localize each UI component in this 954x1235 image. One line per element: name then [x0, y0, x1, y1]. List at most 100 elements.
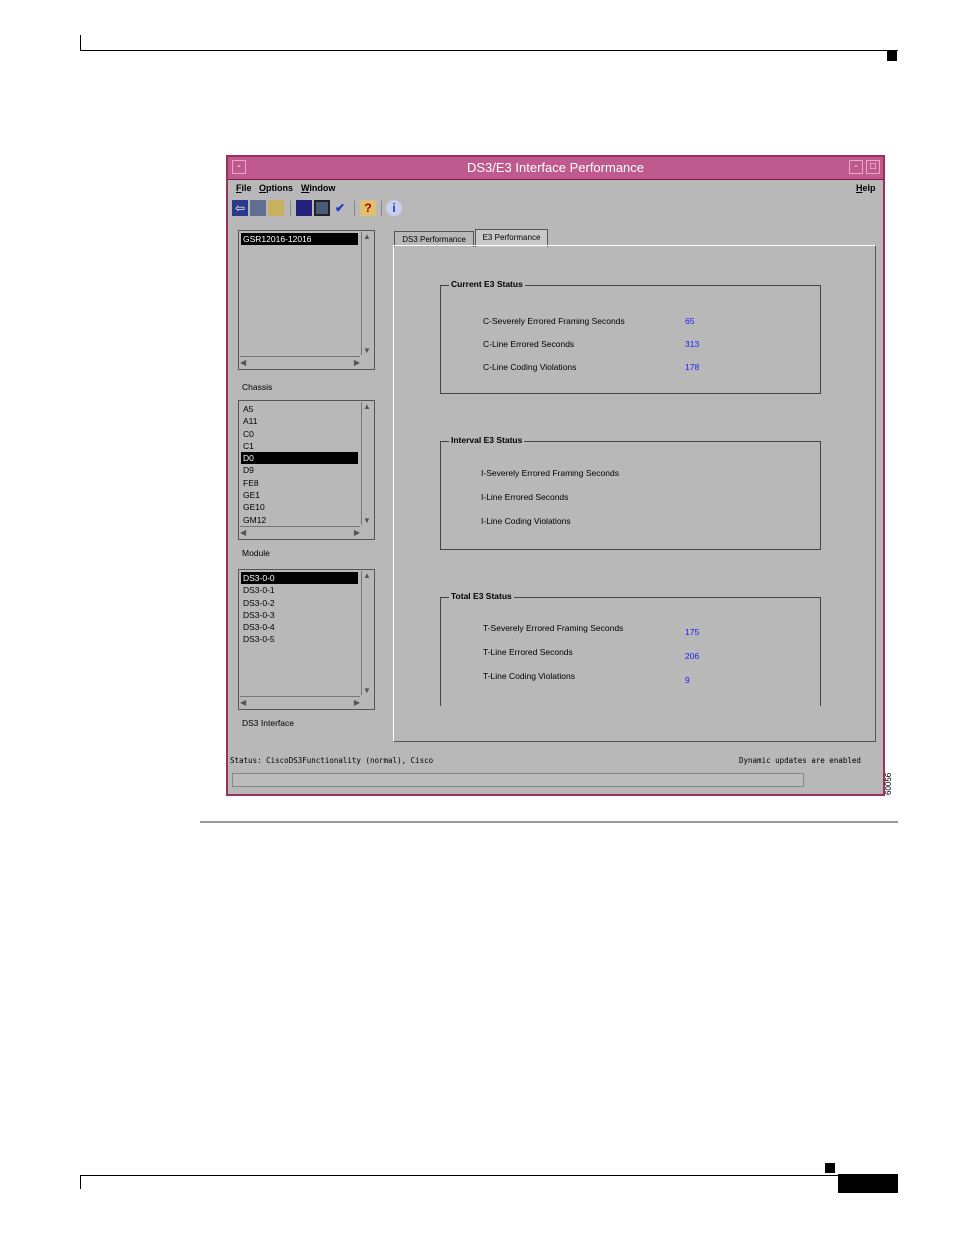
- c-sefs-value: 65: [685, 316, 695, 326]
- t-les-label: T-Line Errored Seconds: [483, 647, 573, 657]
- t-lcv-label: T-Line Coding Violations: [483, 671, 575, 681]
- scroll-right-icon[interactable]: ▶: [354, 698, 360, 707]
- ds3-interface-label: DS3 Interface: [242, 718, 294, 728]
- module-list-item[interactable]: C0: [241, 428, 358, 440]
- menu-bar: File Options Window Help: [228, 180, 883, 198]
- c-lcv-label: C-Line Coding Violations: [483, 362, 577, 372]
- page-header-left-tick: [80, 35, 81, 51]
- module-list-item[interactable]: GE10: [241, 501, 358, 513]
- chassis-label: Chassis: [242, 382, 273, 392]
- exit-icon[interactable]: ⇦: [232, 200, 248, 216]
- module-list-item[interactable]: FE8: [241, 477, 358, 489]
- ds3-interface-list-item[interactable]: DS3-0-5: [241, 633, 358, 645]
- module-list-item[interactable]: GM12: [241, 514, 358, 526]
- ds3-e3-performance-window: - DS3/E3 Interface Performance - □ File …: [226, 155, 885, 796]
- t-les-value: 206: [685, 651, 700, 661]
- current-e3-status-group: Current E3 Status C-Severely Errored Fra…: [440, 279, 821, 394]
- chassis-horizontal-scrollbar[interactable]: ◀ ▶: [240, 356, 360, 368]
- module-list[interactable]: A5 A11 C0 C1 D0 D9 FE8 GE1 GE10 GM12 ▲ ▼ ◀ ▶: [238, 400, 375, 540]
- scroll-up-icon[interactable]: ▲: [363, 571, 371, 580]
- menu-window[interactable]: Window: [301, 183, 335, 193]
- list-icon[interactable]: [296, 200, 312, 216]
- scroll-left-icon[interactable]: ◀: [240, 528, 246, 537]
- figure-bottom-rule: [200, 821, 898, 823]
- info-icon[interactable]: i: [386, 200, 402, 216]
- chassis-vertical-scrollbar[interactable]: ▲ ▼: [361, 232, 373, 355]
- ds3-horizontal-scrollbar[interactable]: ◀ ▶: [240, 696, 360, 708]
- status-text: Status: CiscoDS3Functionality (normal), …: [230, 756, 434, 765]
- monitor-icon[interactable]: [314, 200, 330, 216]
- window-title: DS3/E3 Interface Performance: [466, 160, 645, 175]
- chassis-list-item[interactable]: GSR12016-12016: [241, 233, 358, 246]
- toolbar-separator: [290, 201, 291, 216]
- menu-file[interactable]: File: [236, 183, 252, 193]
- page-footer-left-tick: [80, 1175, 81, 1189]
- t-sefs-label: T-Severely Errored Framing Seconds: [483, 623, 624, 633]
- module-list-items: A5 A11 C0 C1 D0 D9 FE8 GE1 GE10 GM12: [241, 403, 358, 526]
- ds3-interface-list-items: DS3-0-0 DS3-0-1 DS3-0-2 DS3-0-3 DS3-0-4 DS3-0…: [241, 572, 358, 646]
- total-e3-status-group: Total E3 Status T-Severely Errored Frami…: [440, 591, 821, 706]
- progress-bar: [232, 773, 804, 787]
- c-lcv-value: 178: [685, 362, 700, 372]
- status-bar: Status: CiscoDS3Functionality (normal), …: [230, 756, 881, 770]
- ds3-interface-list-item[interactable]: DS3-0-2: [241, 597, 358, 609]
- ds3-interface-list-item[interactable]: DS3-0-4: [241, 621, 358, 633]
- scroll-right-icon[interactable]: ▶: [354, 528, 360, 537]
- module-list-item[interactable]: GE1: [241, 489, 358, 501]
- module-list-item[interactable]: A11: [241, 415, 358, 427]
- toolbar-separator: [354, 201, 355, 216]
- scroll-right-icon[interactable]: ▶: [354, 358, 360, 367]
- toolbar: ⇦ ✔ ? i: [230, 199, 530, 219]
- minimize-button[interactable]: -: [849, 160, 863, 174]
- scroll-left-icon[interactable]: ◀: [240, 358, 246, 367]
- c-les-label: C-Line Errored Seconds: [483, 339, 575, 349]
- total-e3-status-title: Total E3 Status: [449, 591, 514, 601]
- module-vertical-scrollbar[interactable]: ▲ ▼: [361, 402, 373, 525]
- page-footer-rule: [80, 1175, 898, 1176]
- i-lcv-label: I-Line Coding Violations: [481, 516, 571, 526]
- interval-e3-status-group: Interval E3 Status I-Severely Errored Fr…: [440, 435, 821, 550]
- scroll-up-icon[interactable]: ▲: [363, 402, 371, 411]
- interval-e3-status-title: Interval E3 Status: [449, 435, 525, 445]
- deploy-icon[interactable]: [250, 200, 266, 216]
- current-e3-status-title: Current E3 Status: [449, 279, 525, 289]
- page-header-marker: [887, 51, 897, 61]
- page-number-block: [838, 1174, 898, 1193]
- module-list-item[interactable]: D9: [241, 464, 358, 476]
- module-label: Module: [242, 548, 270, 558]
- ds3-interface-list-item[interactable]: DS3-0-0: [241, 572, 358, 585]
- t-lcv-value: 9: [685, 675, 690, 685]
- toolbar-separator: [381, 201, 382, 216]
- c-sefs-label: C-Severely Errored Framing Seconds: [483, 316, 625, 326]
- menu-help[interactable]: Help: [856, 183, 876, 193]
- ds3-interface-list-item[interactable]: DS3-0-1: [241, 584, 358, 596]
- module-list-item[interactable]: A5: [241, 403, 358, 415]
- module-list-item[interactable]: C1: [241, 440, 358, 452]
- check-icon[interactable]: ✔: [332, 200, 348, 216]
- page-footer-marker: [825, 1163, 835, 1173]
- chassis-list[interactable]: GSR12016-12016 ▲ ▼ ◀ ▶: [238, 230, 375, 370]
- help-icon[interactable]: ?: [360, 200, 376, 216]
- module-horizontal-scrollbar[interactable]: ◀ ▶: [240, 526, 360, 538]
- t-sefs-value: 175: [685, 627, 700, 637]
- e3-performance-pane: Current E3 Status C-Severely Errored Fra…: [393, 245, 876, 742]
- i-sefs-label: I-Severely Errored Framing Seconds: [481, 468, 619, 478]
- scroll-up-icon[interactable]: ▲: [363, 232, 371, 241]
- module-list-item[interactable]: D0: [241, 452, 358, 465]
- i-les-label: I-Line Errored Seconds: [481, 492, 569, 502]
- ds3-interface-list-item[interactable]: DS3-0-3: [241, 609, 358, 621]
- scroll-left-icon[interactable]: ◀: [240, 698, 246, 707]
- dynamic-updates-text: Dynamic updates are enabled: [739, 756, 861, 765]
- c-les-value: 313: [685, 339, 700, 349]
- figure-id: 60056: [884, 772, 893, 795]
- ds3-vertical-scrollbar[interactable]: ▲ ▼: [361, 571, 373, 695]
- maximize-button[interactable]: □: [866, 160, 880, 174]
- scroll-down-icon[interactable]: ▼: [363, 686, 371, 695]
- chassis-list-items: GSR12016-12016: [241, 233, 358, 246]
- ds3-interface-list[interactable]: DS3-0-0 DS3-0-1 DS3-0-2 DS3-0-3 DS3-0-4 DS3-0…: [238, 569, 375, 710]
- scroll-down-icon[interactable]: ▼: [363, 346, 371, 355]
- scroll-down-icon[interactable]: ▼: [363, 516, 371, 525]
- menu-options[interactable]: Options: [259, 183, 293, 193]
- print-icon[interactable]: [268, 200, 284, 216]
- window-titlebar[interactable]: - DS3/E3 Interface Performance - □: [228, 157, 883, 180]
